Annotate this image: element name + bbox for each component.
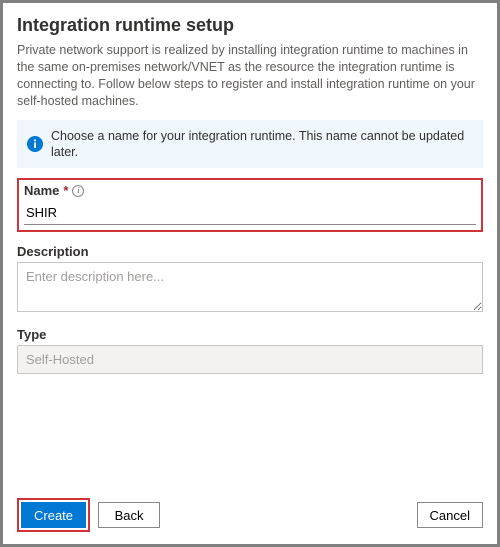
cancel-button[interactable]: Cancel [417, 502, 483, 528]
intro-text: Private network support is realized by i… [17, 42, 483, 110]
page-title: Integration runtime setup [17, 15, 483, 36]
description-label: Description [17, 244, 483, 259]
description-label-text: Description [17, 244, 89, 259]
description-field-block: Description [17, 244, 483, 315]
create-button-highlight: Create [17, 498, 90, 532]
description-input[interactable] [17, 262, 483, 312]
type-label: Type [17, 327, 483, 342]
create-button[interactable]: Create [21, 502, 86, 528]
type-field-block: Type [17, 327, 483, 374]
back-button[interactable]: Back [98, 502, 160, 528]
field-info-icon[interactable]: i [72, 185, 84, 197]
name-input[interactable] [24, 201, 476, 225]
panel-content: Integration runtime setup Private networ… [3, 3, 497, 488]
name-label-text: Name [24, 183, 59, 198]
name-field-block: Name * i [17, 178, 483, 232]
info-banner: Choose a name for your integration runti… [17, 120, 483, 169]
required-marker: * [63, 183, 68, 198]
info-icon [27, 136, 43, 152]
name-label: Name * i [24, 183, 476, 198]
info-banner-text: Choose a name for your integration runti… [51, 128, 473, 161]
type-input [17, 345, 483, 374]
footer: Create Back Cancel [3, 488, 497, 544]
type-label-text: Type [17, 327, 46, 342]
